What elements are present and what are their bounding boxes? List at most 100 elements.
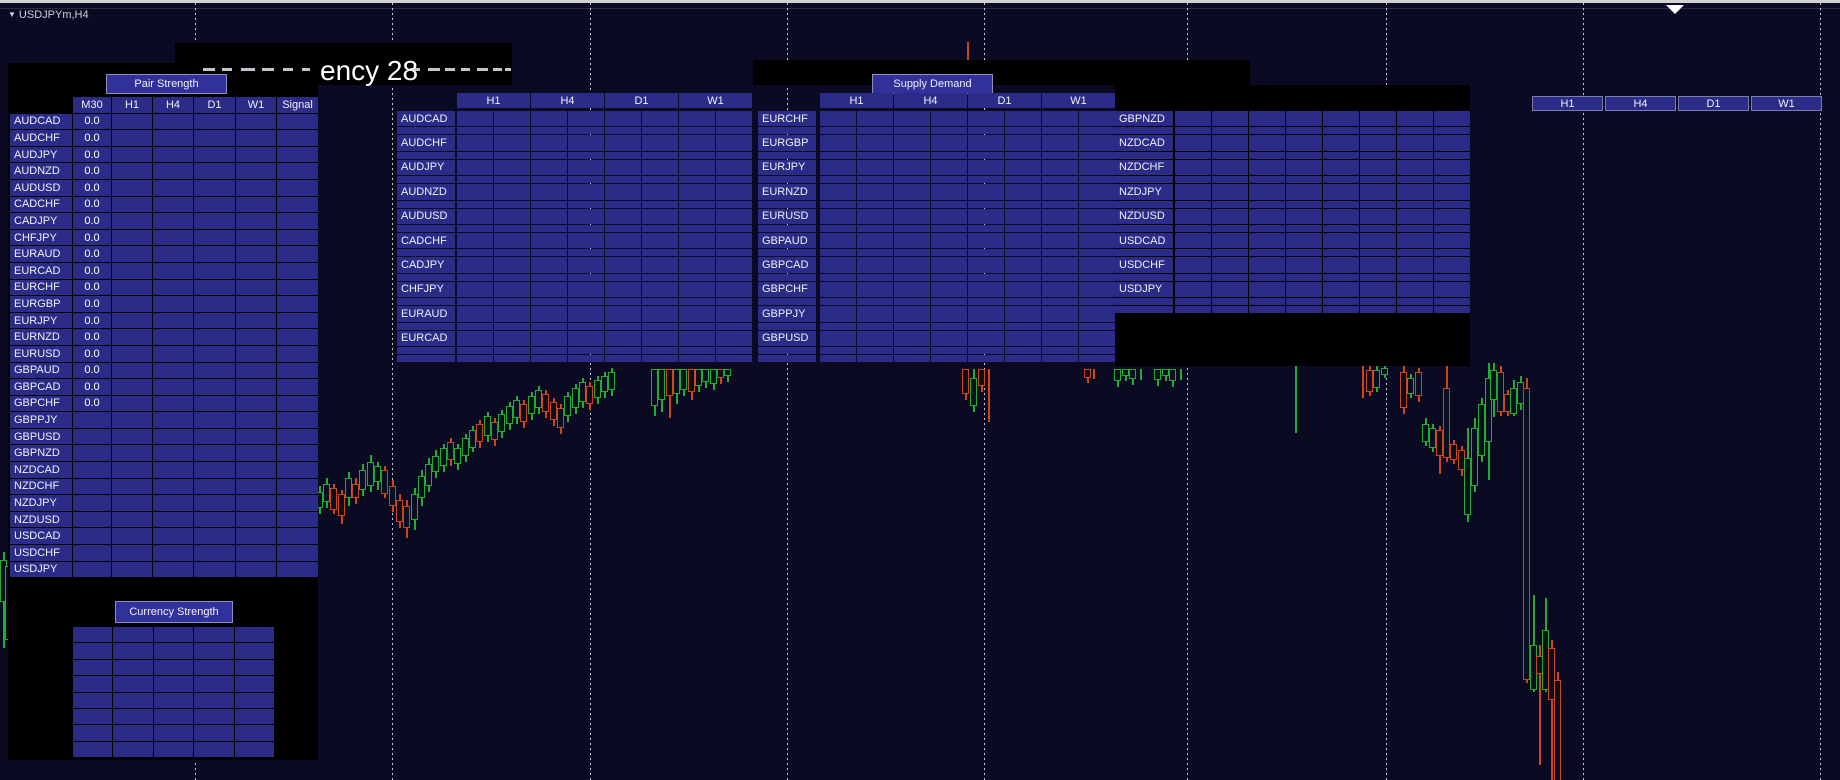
grid-cell [236, 213, 276, 229]
currency-strength-cell [234, 708, 274, 725]
grid-cell [1323, 151, 1359, 159]
grid-cell [605, 322, 641, 330]
grid-cell [531, 184, 567, 200]
grid-cell [1360, 224, 1396, 232]
pair-label: NZDJPY [10, 495, 72, 511]
grid-cell [1175, 273, 1211, 281]
grid-cell [1323, 208, 1359, 224]
grid-cell [931, 281, 967, 298]
chart-shift-marker-icon[interactable] [1666, 5, 1684, 14]
candle-wick [1295, 365, 1297, 433]
candle-body [513, 400, 520, 418]
currency-strength-cell [194, 643, 234, 659]
right-timeframe-button-h1[interactable]: H1 [1532, 96, 1603, 111]
timeframe-header-w1[interactable]: W1 [1042, 93, 1115, 108]
grid-cell [1175, 200, 1211, 208]
pair-label: NZDCAD [1115, 135, 1173, 151]
grid-cell [153, 246, 193, 262]
grid-cell [194, 113, 235, 130]
pair-strength-button[interactable]: Pair Strength [106, 74, 227, 94]
timeframe-header-h4[interactable]: H4 [894, 93, 967, 108]
grid-cell [568, 135, 604, 151]
timeframe-header-w1[interactable]: W1 [679, 93, 752, 108]
grid-cell [112, 279, 152, 296]
grid-cell [277, 246, 318, 262]
symbol-dropdown-icon[interactable]: ▼ [8, 10, 16, 19]
grid-cell [642, 184, 678, 200]
m30-value-cell [73, 478, 111, 495]
candle-body [1497, 372, 1504, 412]
timeframe-header-h1[interactable]: H1 [820, 93, 893, 108]
candle-body [651, 369, 658, 406]
grid-cell [1042, 257, 1078, 273]
currency-strength-button[interactable]: Currency Strength [115, 601, 233, 623]
grid-cell [931, 176, 967, 184]
column-header-signal[interactable]: Signal [277, 97, 318, 113]
pair-label: AUDCHF [397, 135, 455, 151]
grid-cell [679, 176, 715, 184]
right-timeframe-button-d1[interactable]: D1 [1678, 96, 1749, 111]
grid-cell [1397, 298, 1433, 306]
currency-strength-cell [73, 692, 113, 708]
grid-cell [1005, 249, 1041, 257]
grid-cell [968, 111, 1004, 127]
grid-cell [1175, 151, 1211, 159]
column-header-h4[interactable]: H4 [153, 97, 193, 113]
grid-cell [568, 346, 604, 354]
grid-cell [277, 428, 318, 445]
grid-cell [1397, 111, 1433, 127]
grid-cell [1434, 151, 1470, 159]
candle-body [608, 372, 615, 390]
grid-cell [1286, 135, 1322, 151]
grid-cell [153, 146, 193, 163]
grid-cell [1360, 184, 1396, 200]
column-header-d1[interactable]: D1 [194, 97, 235, 113]
m30-value-cell: 0.0 [73, 113, 111, 130]
grid-cell [531, 135, 567, 151]
pair-label: AUDCAD [10, 113, 72, 130]
grid-cell [1079, 200, 1115, 208]
currency-strength-cell [73, 741, 113, 758]
m30-value-cell [73, 545, 111, 561]
grid-cell [1434, 249, 1470, 257]
grid-cell [1397, 257, 1433, 273]
currency-strength-cell [113, 692, 153, 708]
timeframe-header-h4[interactable]: H4 [531, 93, 604, 108]
grid-cell [1042, 354, 1078, 362]
grid-cell [931, 184, 967, 200]
grid-cell [194, 445, 235, 462]
candle-body [1114, 369, 1121, 381]
pair-strength-table: M30 H1 H4 D1 W1 Signal AUDCAD 0.0 AUDCHF 0.0 AUDJP… [10, 97, 318, 578]
grid-cell [894, 306, 930, 322]
grid-cell [236, 113, 276, 130]
timeframe-header-h1[interactable]: H1 [457, 93, 530, 108]
column-header-w1[interactable]: W1 [236, 97, 276, 113]
grid-cell [494, 127, 530, 135]
grid-cell [1323, 159, 1359, 176]
grid-cell [605, 257, 641, 273]
timeframe-header-d1[interactable]: D1 [605, 93, 678, 108]
column-header-h1[interactable]: H1 [112, 97, 152, 113]
timeframe-header-d1[interactable]: D1 [968, 93, 1041, 108]
group-3-labels: GBPNZD NZDCAD NZDCHF NZDJPY NZDUSD USDCAD USDC… [1115, 111, 1173, 314]
grid-cell [494, 298, 530, 306]
title-letter-fragment [241, 68, 255, 71]
grid-cell [531, 322, 567, 330]
column-header-m30[interactable]: M30 [73, 97, 111, 113]
candle-body [1129, 369, 1136, 379]
label-filler-cell [1115, 306, 1173, 314]
grid-cell [194, 511, 235, 528]
candle-body [594, 380, 601, 398]
symbol-timeframe-label[interactable]: ▼ USDJPYm,H4 [8, 9, 89, 21]
grid-cell [277, 445, 318, 462]
right-timeframe-button-w1[interactable]: W1 [1751, 96, 1822, 111]
pair-label: NZDJPY [1115, 184, 1173, 200]
currency-strength-cell [194, 676, 234, 692]
label-filler-cell [758, 346, 816, 354]
grid-cell [1249, 224, 1285, 232]
supply-demand-button[interactable]: Supply Demand [872, 74, 993, 94]
grid-cell [857, 200, 893, 208]
grid-cell [112, 163, 152, 179]
grid-cell [236, 528, 276, 545]
right-timeframe-button-h4[interactable]: H4 [1605, 96, 1676, 111]
